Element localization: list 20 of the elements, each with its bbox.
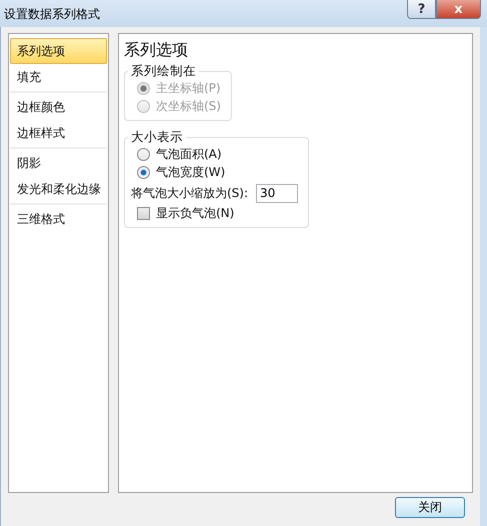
sidebar-item[interactable]: 边框样式: [10, 120, 107, 146]
close-dialog-button[interactable]: 关闭: [395, 497, 465, 518]
sidebar-item[interactable]: 系列选项: [10, 38, 107, 64]
radio-option[interactable]: 气泡宽度(W): [137, 164, 298, 181]
sidebar-item[interactable]: 三维格式: [10, 206, 107, 232]
radio-option[interactable]: 气泡面积(A): [137, 146, 298, 163]
sidebar-item[interactable]: 发光和柔化边缘: [10, 176, 107, 202]
group-legend: 系列绘制在: [128, 63, 199, 80]
sidebar-item[interactable]: 填充: [10, 64, 107, 90]
window-title: 设置数据系列格式: [4, 6, 100, 23]
group-legend: 大小表示: [128, 129, 186, 146]
sidebar-item[interactable]: 阴影: [10, 150, 107, 176]
sidebar-item[interactable]: 边框颜色: [10, 94, 107, 120]
radio-button-icon[interactable]: [137, 166, 150, 179]
scale-input[interactable]: 30: [256, 184, 298, 202]
help-button[interactable]: ?: [407, 0, 436, 19]
negative-bubbles-checkbox[interactable]: 显示负气泡(N): [137, 205, 298, 222]
radio-button-icon[interactable]: [137, 148, 150, 161]
panel-heading: 系列选项: [124, 40, 188, 61]
scale-label: 将气泡大小缩放为(S):: [131, 184, 248, 202]
